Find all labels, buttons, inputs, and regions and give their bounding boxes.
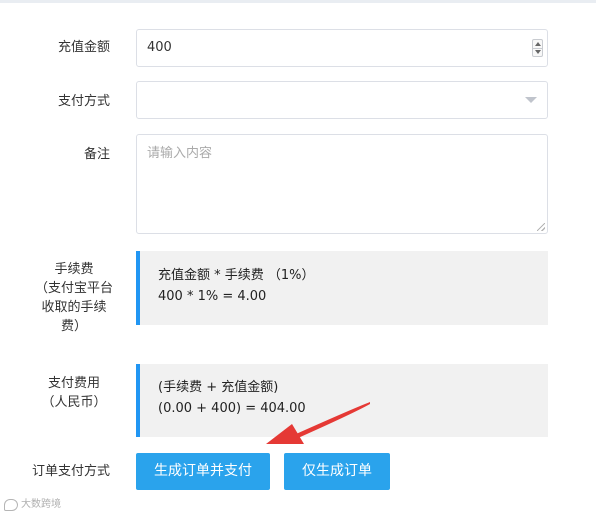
spinner-up-icon[interactable] — [535, 42, 541, 46]
watermark-logo-icon — [4, 499, 18, 511]
watermark-text: 大数跨境 — [21, 499, 61, 510]
chevron-down-icon[interactable] — [525, 97, 537, 103]
watermark: 大数跨境 — [4, 498, 61, 512]
fee-label-line: 收取的手续 — [41, 300, 107, 315]
annotation-arrow — [266, 402, 370, 444]
fee-info-box: 充值金额 * 手续费 （1%） 400 * 1% = 4.00 — [136, 251, 548, 325]
total-formula: (手续费 + 充值金额) — [158, 380, 279, 395]
fee-calculation: 400 * 1% = 4.00 — [158, 289, 267, 304]
remark-label: 备注 — [83, 147, 110, 162]
recharge-amount-label: 充值金额 — [57, 40, 110, 55]
recharge-amount-input[interactable]: 400 — [136, 29, 548, 67]
generate-order-only-button[interactable]: 仅生成订单 — [284, 453, 390, 490]
annotation-arrow-shaft — [296, 402, 370, 438]
fee-label: 手续费 （支付宝平台 收取的手续 费） — [29, 260, 119, 336]
order-payment-method-label: 订单支付方式 — [31, 464, 110, 479]
spinner-icon[interactable] — [532, 39, 543, 57]
fee-label-line: 手续费 — [54, 262, 94, 277]
resize-grip-icon[interactable] — [537, 223, 545, 231]
payment-method-select[interactable] — [136, 81, 548, 119]
total-label: 支付费用 （人民币） — [29, 374, 119, 412]
remark-textarea[interactable]: 请输入内容 — [136, 134, 548, 234]
spinner-divider — [533, 48, 542, 49]
fee-label-line: （支付宝平台 — [34, 281, 113, 296]
total-label-line: 支付费用 — [47, 376, 100, 391]
spinner-down-icon[interactable] — [535, 50, 541, 54]
generate-order-and-pay-button[interactable]: 生成订单并支付 — [136, 453, 270, 490]
top-divider — [0, 0, 596, 3]
remark-placeholder: 请输入内容 — [147, 146, 213, 161]
fee-formula: 充值金额 * 手续费 （1%） — [158, 268, 315, 283]
payment-method-label: 支付方式 — [57, 94, 110, 109]
recharge-amount-value: 400 — [147, 40, 172, 55]
total-label-line: （人民币） — [41, 395, 107, 410]
fee-label-line: 费） — [60, 319, 87, 334]
